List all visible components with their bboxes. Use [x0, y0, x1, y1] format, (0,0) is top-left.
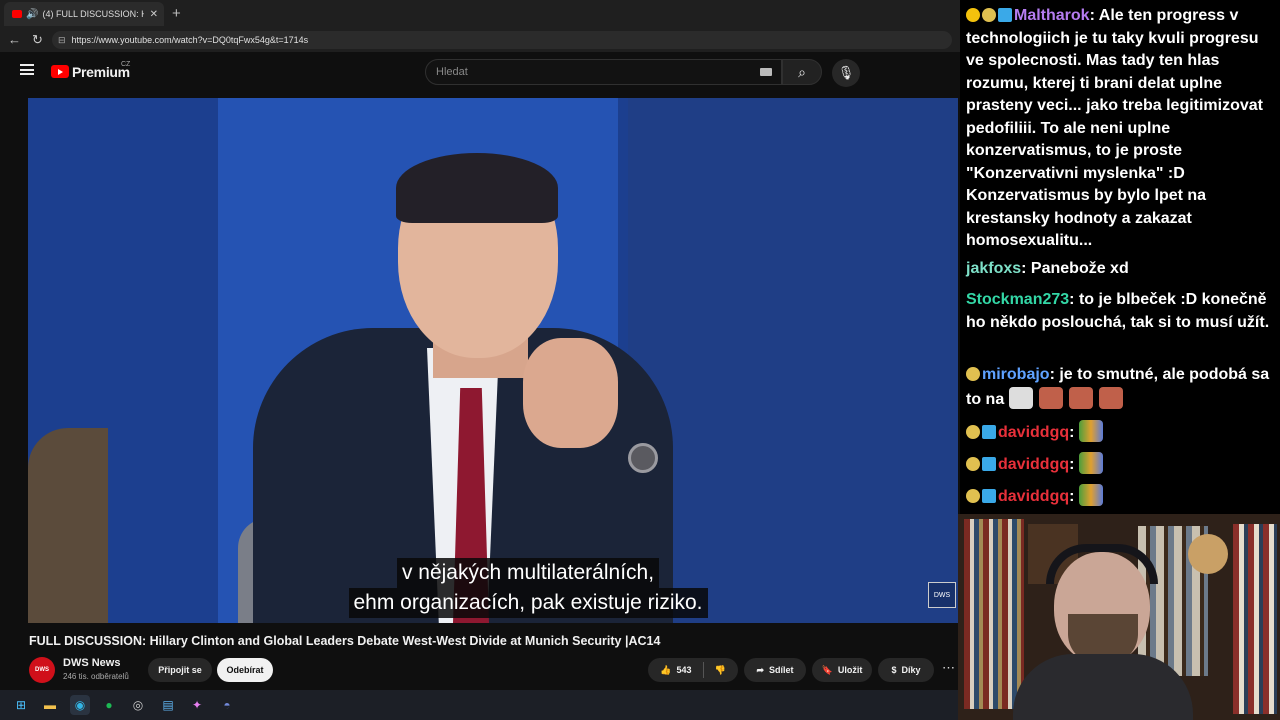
- emote-icon: [1078, 484, 1103, 506]
- share-icon: ➦: [756, 664, 765, 675]
- emote-icon: [1078, 452, 1103, 474]
- cube-badge-icon: [998, 8, 1012, 22]
- new-tab-icon[interactable]: +: [172, 5, 181, 22]
- chat-message: Stockman273: to je blbeček :D konečně ho…: [966, 291, 1270, 331]
- chat-message: mirobajo: je to smutné, ale podobá sa to…: [966, 366, 1270, 409]
- chat-username[interactable]: jakfoxs: [966, 260, 1021, 277]
- chat-username[interactable]: daviddgq: [998, 488, 1069, 505]
- copilot-icon[interactable]: ✦: [187, 695, 207, 715]
- search-input[interactable]: Hledat: [425, 59, 782, 85]
- webcam-globe: [1188, 534, 1228, 574]
- subtitles: v nějakých multilaterálních, ehm organiz…: [228, 558, 828, 618]
- like-count[interactable]: 543: [676, 665, 691, 675]
- dislike-icon[interactable]: 👎: [715, 665, 726, 676]
- bookmark-icon: 🔖: [821, 664, 833, 675]
- chat-message: jakfoxs: Panebože xd: [966, 260, 1129, 277]
- channel-avatar[interactable]: DWS: [29, 657, 55, 683]
- video-speaker-watch: [628, 443, 658, 473]
- chat-username[interactable]: mirobajo: [982, 366, 1050, 383]
- url-field[interactable]: ⊟ https://www.youtube.com/watch?v=DQ0tqF…: [52, 31, 952, 49]
- discord-icon[interactable]: ◓: [217, 695, 237, 715]
- site-info-icon[interactable]: ⊟: [58, 35, 66, 46]
- bits-badge-icon: [982, 8, 996, 22]
- thanks-button[interactable]: $ Díky: [878, 658, 934, 682]
- like-dislike-group: 👍 543 👎: [648, 658, 738, 682]
- thanks-icon: $: [891, 665, 897, 675]
- subtitle-line-1: v nějakých multilaterálních,: [396, 558, 660, 588]
- speaker-icon[interactable]: 🔊: [26, 9, 38, 20]
- video-background-panel-right: [628, 98, 958, 623]
- emote-icon: [1008, 386, 1033, 409]
- channel-watermark[interactable]: DWS: [928, 582, 956, 608]
- spotify-icon[interactable]: ●: [99, 695, 119, 715]
- subtitle-line-2: ehm organizacích, pak existuje riziko.: [348, 588, 708, 618]
- video-foreground-person: [28, 428, 108, 623]
- number-badge-icon: [966, 8, 980, 22]
- chat-text: Ale ten progress v technologiich je tu t…: [966, 7, 1263, 249]
- cube-badge-icon: [982, 457, 996, 471]
- chat-username[interactable]: daviddgq: [998, 424, 1069, 441]
- like-divider: [702, 662, 704, 678]
- video-player[interactable]: v nějakých multilaterálních, ehm organiz…: [28, 98, 958, 623]
- cube-badge-icon: [982, 489, 996, 503]
- webcam-streamer-shirt: [1013, 654, 1193, 720]
- join-button[interactable]: Připojit se: [148, 658, 212, 682]
- menu-icon[interactable]: [20, 64, 34, 75]
- share-label: Sdílet: [769, 665, 794, 675]
- save-label: Uložit: [837, 665, 863, 675]
- reload-icon[interactable]: ↻: [32, 32, 43, 48]
- chat-message: daviddgq:: [966, 420, 1274, 445]
- emote-icon: [1038, 386, 1063, 409]
- more-actions-icon[interactable]: ⋯: [942, 660, 955, 676]
- url-text: https://www.youtube.com/watch?v=DQ0tqFwx…: [71, 35, 309, 45]
- start-icon[interactable]: ⊞: [11, 695, 31, 715]
- video-title: FULL DISCUSSION: Hillary Clinton and Glo…: [29, 634, 661, 648]
- webcam-bookshelf-left: [964, 519, 1024, 709]
- bits-badge-icon: [966, 367, 980, 381]
- bits-badge-icon: [966, 457, 980, 471]
- youtube-logo-icon[interactable]: [51, 65, 69, 78]
- chat-username[interactable]: Stockman273: [966, 291, 1069, 308]
- region-code: CZ: [121, 61, 131, 68]
- emote-icon: [1098, 386, 1123, 409]
- channel-subscriber-count: 246 tis. odběratelů: [63, 672, 129, 681]
- youtube-favicon-icon: [12, 10, 22, 18]
- channel-name[interactable]: DWS News: [63, 657, 120, 669]
- save-button[interactable]: 🔖 Uložit: [812, 658, 872, 682]
- chat-message: daviddgq:: [966, 484, 1274, 509]
- app-icon[interactable]: ◎: [128, 695, 148, 715]
- edge-browser-icon[interactable]: ◉: [70, 695, 90, 715]
- chat-text: Panebože xd: [1030, 260, 1129, 277]
- chat-message: daviddgq:: [966, 452, 1274, 477]
- thanks-label: Díky: [901, 665, 921, 675]
- video-speaker-hair: [396, 153, 558, 223]
- browser-tab[interactable]: 🔊 (4) FULL DISCUSSION: Hillary ✕: [4, 2, 164, 26]
- like-icon[interactable]: 👍: [660, 665, 671, 676]
- share-button[interactable]: ➦ Sdílet: [744, 658, 806, 682]
- emote-icon: [1078, 420, 1103, 442]
- webcam-bookshelf-far-right: [1233, 524, 1277, 714]
- webcam-feed: [958, 514, 1280, 720]
- chat-username[interactable]: Maltharok: [1014, 7, 1090, 24]
- subscribe-button[interactable]: Odebírat: [217, 658, 273, 682]
- emote-icon: [1068, 386, 1093, 409]
- notes-icon[interactable]: ▤: [158, 695, 178, 715]
- bits-badge-icon: [966, 425, 980, 439]
- tab-title: (4) FULL DISCUSSION: Hillary: [42, 9, 143, 19]
- search-button[interactable]: ⌕: [782, 59, 822, 85]
- chat-message: Maltharok: Ale ten progress v technologi…: [966, 7, 1263, 249]
- back-icon[interactable]: ←: [8, 32, 21, 47]
- search-icon: ⌕: [798, 63, 806, 80]
- video-speaker-hand: [523, 338, 618, 448]
- cube-badge-icon: [982, 425, 996, 439]
- keyboard-icon[interactable]: [760, 68, 772, 76]
- close-tab-icon[interactable]: ✕: [150, 9, 158, 20]
- file-explorer-icon[interactable]: ▬: [40, 695, 60, 715]
- bits-badge-icon: [966, 489, 980, 503]
- chat-username[interactable]: daviddgq: [998, 456, 1069, 473]
- voice-search-button[interactable]: 🎙: [832, 59, 860, 87]
- mic-icon: 🎙: [837, 65, 855, 80]
